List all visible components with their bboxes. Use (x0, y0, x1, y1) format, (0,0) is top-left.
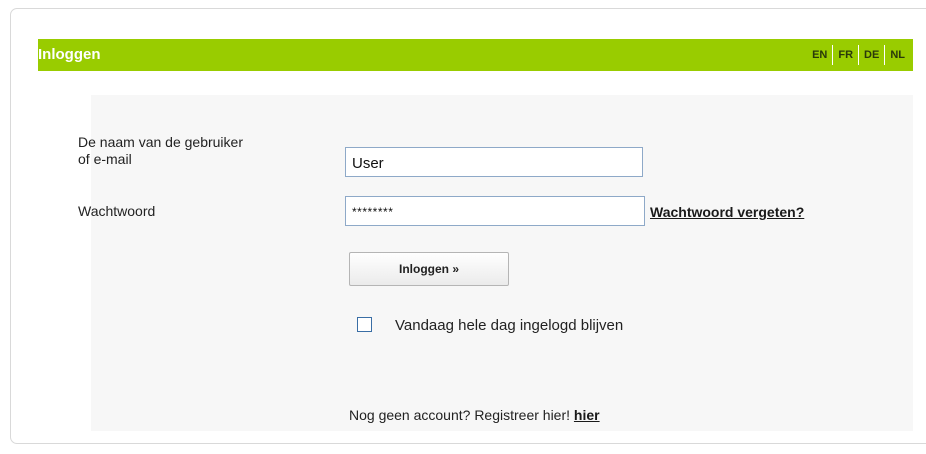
register-prompt-text: Nog geen account? Registreer hier! (349, 407, 571, 423)
language-switcher: EN FR DE NL (807, 39, 910, 71)
password-input[interactable] (345, 196, 645, 226)
language-link-fr[interactable]: FR (833, 45, 858, 65)
language-link-en[interactable]: EN (807, 45, 832, 65)
login-button[interactable]: Inloggen » (349, 252, 509, 286)
remember-me-checkbox[interactable] (357, 317, 372, 332)
username-label-line-1: De naam van de gebruiker (78, 134, 243, 150)
password-label: Wachtwoord (78, 203, 156, 219)
forgot-password-link[interactable]: Wachtwoord vergeten? (650, 204, 804, 221)
language-link-de[interactable]: DE (859, 45, 884, 65)
remember-me-label[interactable]: Vandaag hele dag ingelogd blijven (395, 317, 623, 334)
register-prompt: Nog geen account? Registreer hier! hier (349, 407, 600, 424)
language-link-nl[interactable]: NL (885, 45, 910, 65)
register-link[interactable]: hier (574, 407, 600, 423)
username-label: De naam van de gebruiker of e-mail (78, 134, 243, 168)
login-header-bar: Inloggen EN FR DE NL (38, 39, 913, 71)
page-title: Inloggen (38, 46, 101, 63)
username-input[interactable] (345, 147, 643, 177)
username-label-line-2: of e-mail (78, 151, 132, 167)
